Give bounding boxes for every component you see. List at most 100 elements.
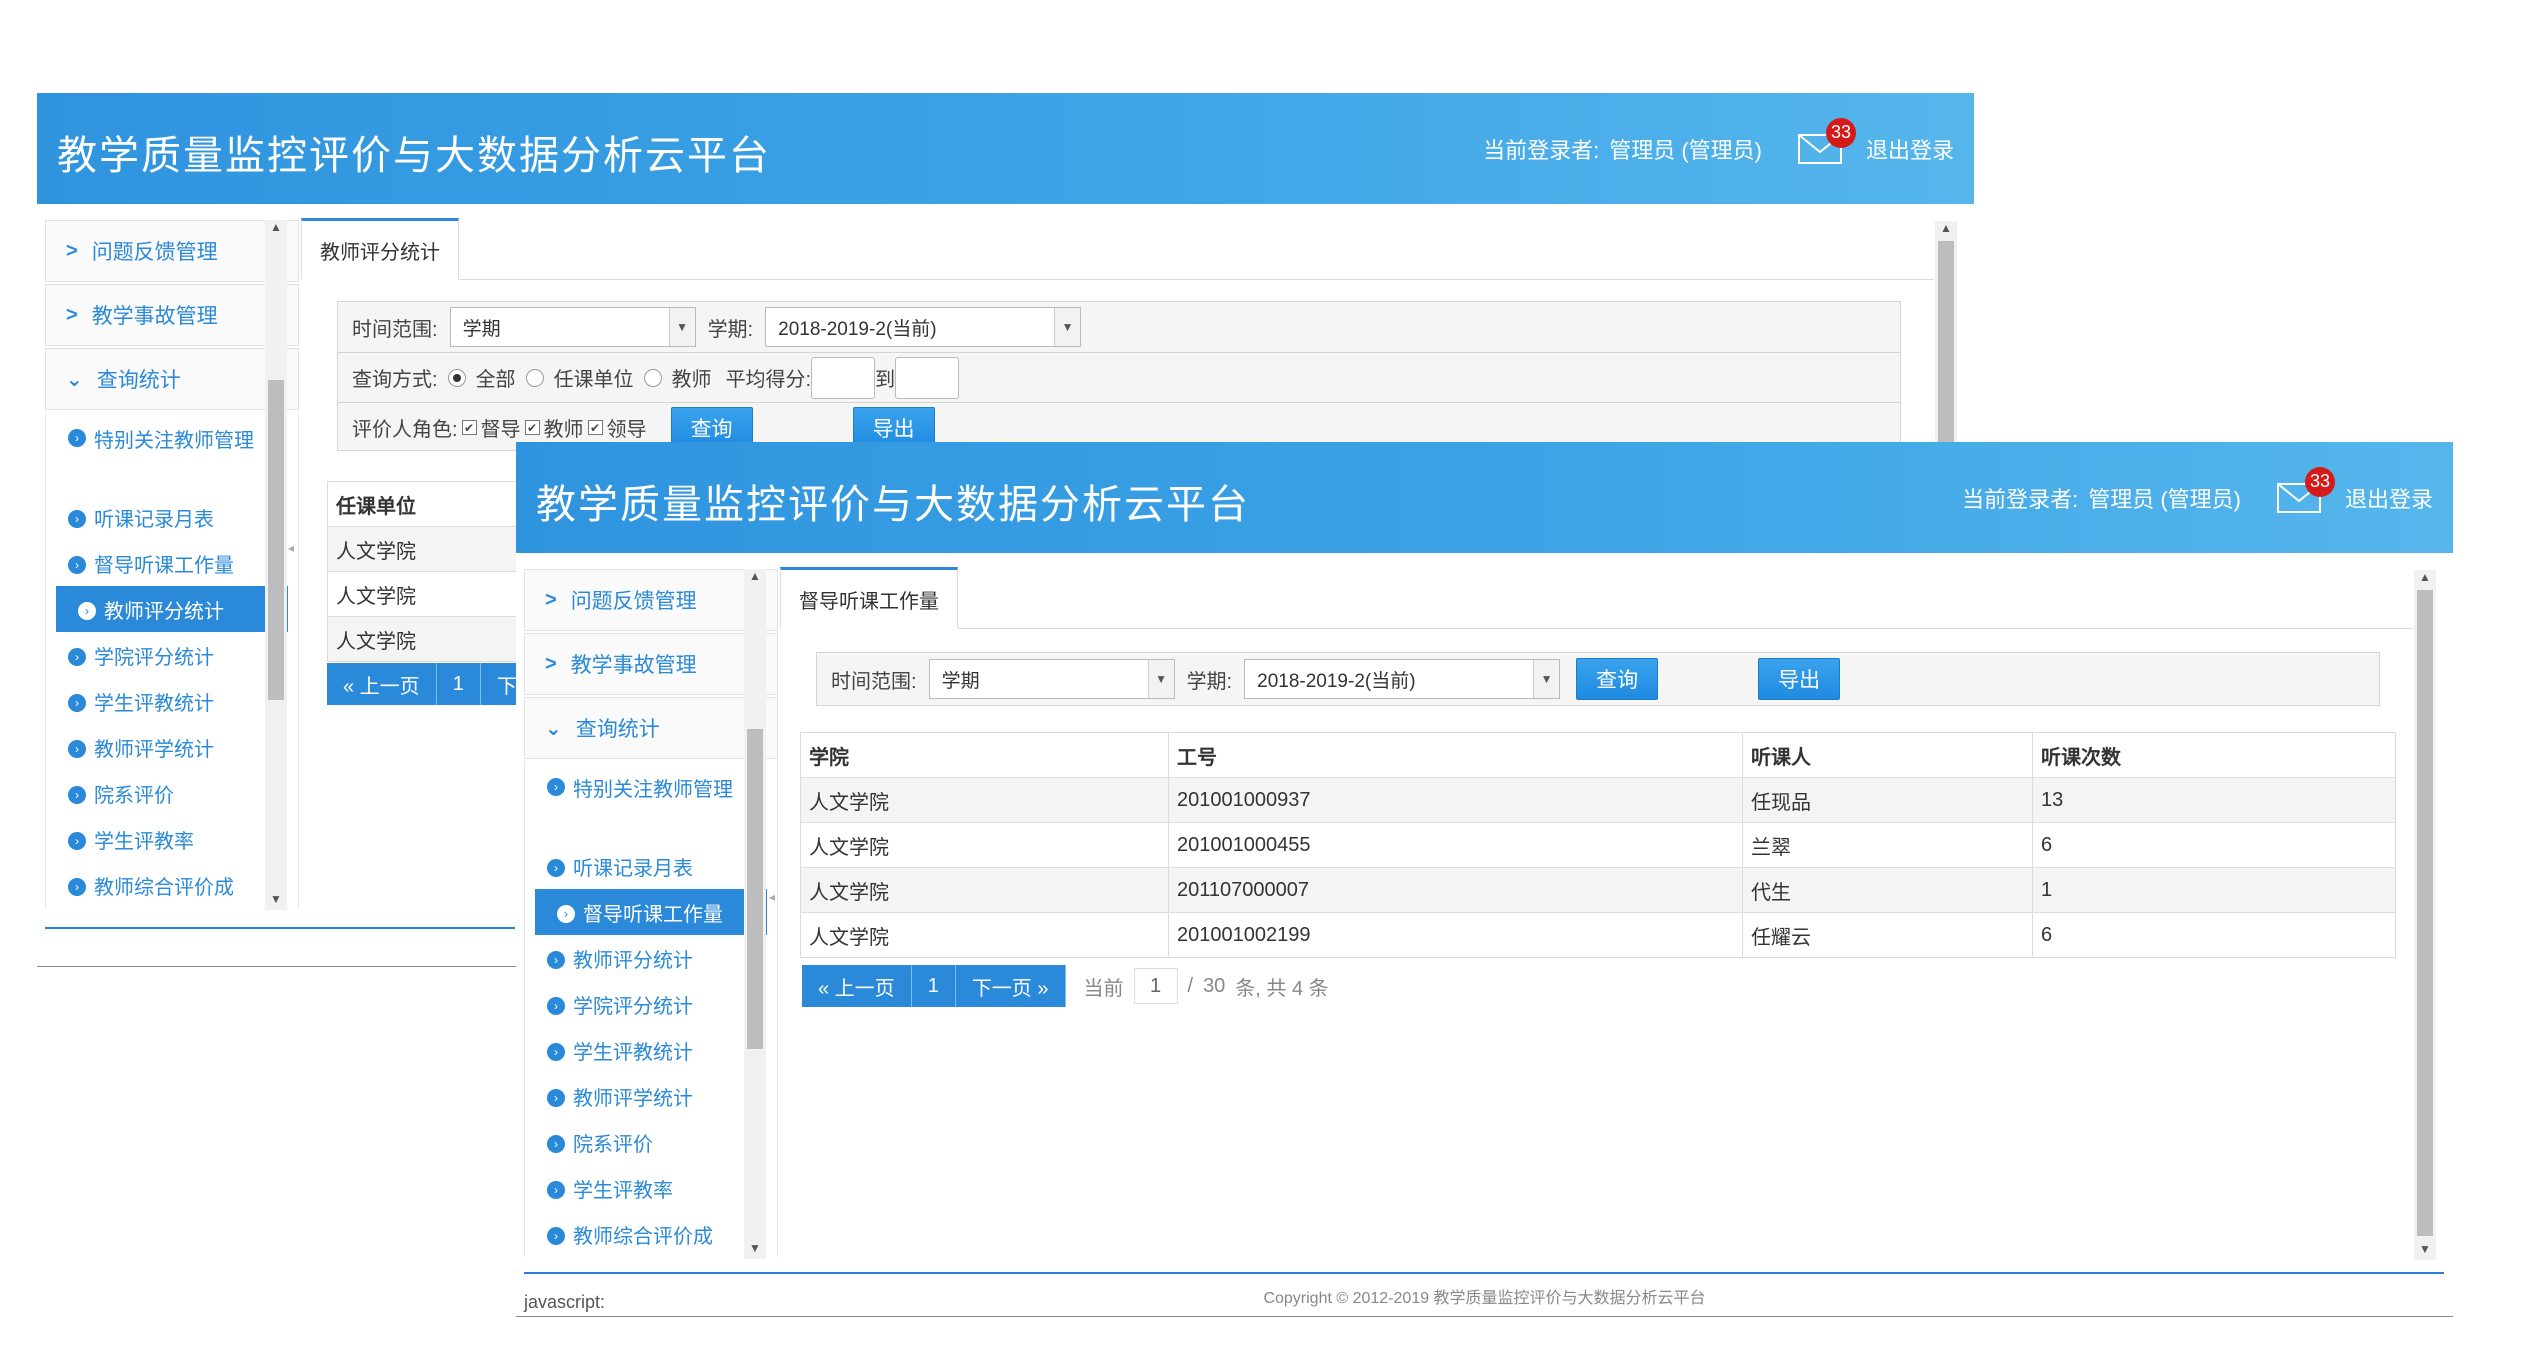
menu-item-college-score[interactable]: › 学院评分统计 — [525, 981, 777, 1027]
term-select[interactable]: 2018-2019-2(当前) ▼ — [765, 307, 1082, 347]
radio-all[interactable] — [447, 368, 466, 387]
checkbox-supervisor[interactable]: ✔ — [461, 420, 477, 435]
arrow-circle-icon: › — [68, 429, 86, 447]
arrow-circle-icon: › — [68, 877, 86, 896]
tab-teacher-score[interactable]: 教师评分统计 — [301, 218, 459, 280]
menu-item-special-teachers[interactable]: › 特别关注教师管理 — [525, 765, 777, 843]
menu-item-student-eval[interactable]: › 学生评教统计 — [525, 1027, 777, 1073]
menu-item-student-eval[interactable]: › 学生评教统计 — [46, 678, 298, 724]
export-button[interactable]: 导出 — [1758, 658, 1841, 700]
menu-item-supervisor-workload[interactable]: › 督导听课工作量 — [46, 540, 298, 586]
collapse-handle[interactable]: ◂ — [766, 882, 778, 912]
table-cell: 人文学院 — [800, 912, 1169, 958]
mail-icon[interactable]: 33 — [2276, 466, 2335, 513]
tab-supervisor-workload[interactable]: 督导听课工作量 — [780, 567, 958, 629]
term-select[interactable]: 2018-2019-2(当前) ▼ — [1244, 659, 1561, 699]
arrow-circle-icon: › — [547, 778, 565, 796]
menu-item-supervisor-workload[interactable]: › 督导听课工作量 — [535, 889, 767, 935]
login-label: 当前登录者: — [1483, 137, 1600, 163]
footer-divider — [45, 927, 515, 929]
sidebar: > 问题反馈管理 > 教学事故管理 ⌄ 查询统计 › 特别关注教师管理 › 听课记录月表 … — [45, 220, 299, 910]
mail-icon[interactable]: 33 — [1797, 117, 1856, 164]
menu-item-college-score[interactable]: › 学院评分统计 — [46, 632, 298, 678]
query-button[interactable]: 查询 — [1576, 658, 1659, 700]
logout-link[interactable]: 退出登录 — [1866, 133, 1954, 165]
scroll-down-icon[interactable]: ▼ — [2414, 1242, 2436, 1260]
next-page-button[interactable]: 下一页 » — [955, 965, 1066, 1007]
table-cell: 任现品 — [1742, 777, 2033, 823]
dropdown-arrow-icon: ▼ — [668, 308, 695, 346]
scroll-down-icon[interactable]: ▼ — [265, 892, 287, 910]
menu-stats[interactable]: ⌄ 查询统计 — [45, 348, 299, 410]
time-range-select[interactable]: 学期 ▼ — [449, 307, 696, 347]
table-row[interactable]: 人文学院 201001000455 兰翠 6 — [800, 822, 2396, 868]
total-pages: 30 — [1203, 974, 1226, 997]
back-pager: « 上一页 1 下 — [327, 663, 534, 705]
menu-item-teacher-eval[interactable]: › 教师评学统计 — [46, 724, 298, 770]
table-cell: 人文学院 — [800, 822, 1169, 868]
menu-item-overall[interactable]: › 教师综合评价成 — [46, 862, 298, 908]
table-cell: 201001000455 — [1168, 822, 1743, 868]
table-cell: 人文学院 — [800, 777, 1169, 823]
menu-item-monthly-records[interactable]: › 听课记录月表 — [46, 494, 298, 540]
scroll-up-icon[interactable]: ▲ — [1935, 221, 1957, 239]
menu-stats[interactable]: ⌄ 查询统计 — [524, 697, 778, 759]
menu-feedback[interactable]: > 问题反馈管理 — [524, 569, 778, 631]
avg-min-input[interactable] — [811, 356, 876, 399]
menu-feedback[interactable]: > 问题反馈管理 — [45, 220, 299, 282]
arrow-circle-icon: › — [68, 647, 86, 666]
time-range-select[interactable]: 学期 ▼ — [928, 659, 1175, 699]
checkbox-leader[interactable]: ✔ — [587, 420, 603, 435]
table-row[interactable]: 人文学院 201001000937 任现品 13 — [800, 777, 2396, 823]
prev-page-button[interactable]: « 上一页 — [327, 663, 437, 705]
sidebar-scrollbar[interactable]: ▲ ▼ — [744, 569, 766, 1259]
collapse-handle[interactable]: ◂ — [285, 533, 297, 563]
sidebar-scrollbar[interactable]: ▲ ▼ — [265, 220, 287, 910]
menu-item-eval-rate[interactable]: › 学生评教率 — [46, 816, 298, 862]
column-header: 工号 — [1168, 732, 1743, 778]
filter-row-time: 时间范围: 学期 ▼ 学期: 2018-2019-2(当前) ▼ 查询 导出 — [817, 653, 2379, 705]
menu-accident[interactable]: > 教学事故管理 — [45, 284, 299, 346]
scroll-down-icon[interactable]: ▼ — [744, 1241, 766, 1259]
stats-submenu: › 特别关注教师管理 › 听课记录月表 › 督导听课工作量 › 教师评分统计 › 学院评分… — [45, 412, 299, 908]
prev-page-button[interactable]: « 上一页 — [802, 965, 912, 1007]
menu-item-overall[interactable]: › 教师综合评价成 — [525, 1211, 777, 1257]
scroll-up-icon[interactable]: ▲ — [744, 569, 766, 587]
arrow-circle-icon: › — [547, 1226, 565, 1245]
menu-item-monthly-records[interactable]: › 听课记录月表 — [525, 843, 777, 889]
table-cell: 任耀云 — [1742, 912, 2033, 958]
table-cell: 201001002199 — [1168, 912, 1743, 958]
page-number-button[interactable]: 1 — [911, 965, 956, 1007]
menu-accident[interactable]: > 教学事故管理 — [524, 633, 778, 695]
content-scrollbar[interactable]: ▲ ▼ — [2414, 570, 2436, 1260]
arrow-circle-icon: › — [78, 601, 96, 620]
scroll-up-icon[interactable]: ▲ — [2414, 570, 2436, 588]
logout-link[interactable]: 退出登录 — [2345, 482, 2433, 514]
menu-item-special-teachers[interactable]: › 特别关注教师管理 — [46, 416, 298, 494]
menu-item-teacher-eval[interactable]: › 教师评学统计 — [525, 1073, 777, 1119]
table-row[interactable]: 人文学院 201001002199 任耀云 6 — [800, 912, 2396, 958]
app-header: 教学质量监控评价与大数据分析云平台 当前登录者: 管理员 (管理员) 33 退出… — [37, 93, 1974, 204]
radio-teacher[interactable] — [643, 368, 662, 387]
status-divider — [516, 1316, 2453, 1317]
table-header-row: 学院 工号 听课人 听课次数 — [800, 732, 2396, 778]
menu-item-dept-eval[interactable]: › 院系评价 — [46, 770, 298, 816]
scroll-thumb[interactable] — [268, 380, 284, 700]
radio-unit[interactable] — [525, 368, 544, 387]
scroll-thumb[interactable] — [747, 729, 763, 1049]
dropdown-arrow-icon: ▼ — [1054, 308, 1081, 346]
arrow-circle-icon: › — [547, 1134, 565, 1153]
checkbox-teacher[interactable]: ✔ — [524, 420, 540, 435]
current-page-input[interactable]: 1 — [1133, 968, 1178, 1004]
status-bar-text: javascript: — [524, 1292, 606, 1312]
avg-max-input[interactable] — [895, 356, 960, 399]
scroll-up-icon[interactable]: ▲ — [265, 220, 287, 238]
page-number-button[interactable]: 1 — [436, 663, 481, 705]
scroll-thumb[interactable] — [2417, 590, 2433, 1236]
table-row[interactable]: 人文学院 201107000007 代生 1 — [800, 867, 2396, 913]
menu-item-teacher-score[interactable]: › 教师评分统计 — [525, 935, 777, 981]
table-cell: 6 — [2032, 822, 2396, 868]
menu-item-dept-eval[interactable]: › 院系评价 — [525, 1119, 777, 1165]
menu-item-eval-rate[interactable]: › 学生评教率 — [525, 1165, 777, 1211]
menu-item-teacher-score[interactable]: › 教师评分统计 — [56, 586, 288, 632]
